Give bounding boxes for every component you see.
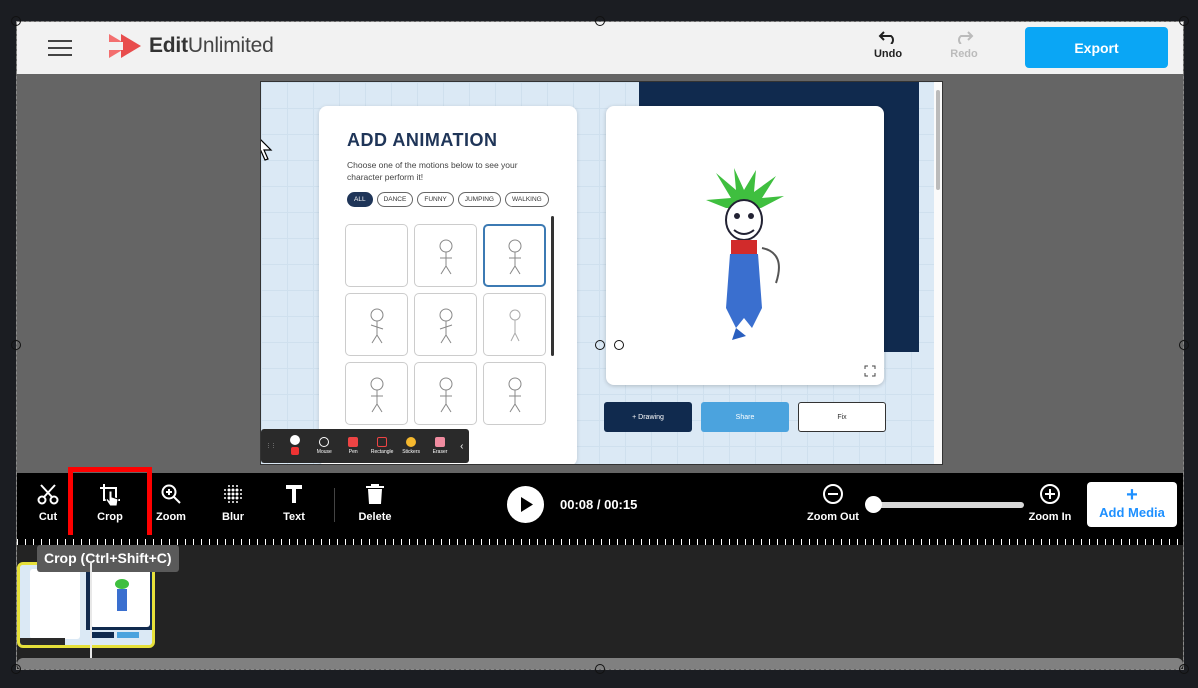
center-handle[interactable]: [595, 340, 605, 350]
share-button: Share: [701, 402, 789, 432]
play-icon: [521, 497, 533, 512]
rec-tool-rectangle: Rectangle: [368, 437, 397, 455]
scissors-icon: [37, 484, 59, 505]
text-label: Text: [283, 511, 305, 523]
character-card: [606, 106, 884, 385]
resize-handle[interactable]: [11, 664, 21, 674]
motion-thumb: [345, 362, 408, 425]
motion-thumbnails: [345, 224, 546, 425]
text-icon: [286, 485, 302, 503]
chip-walking: WALKING: [504, 192, 549, 207]
motion-thumb-selected: [483, 224, 546, 287]
zoom-in-button[interactable]: Zoom In: [1026, 483, 1074, 523]
zoom-in-label: Zoom In: [1028, 511, 1072, 523]
crop-tooltip: Crop (Ctrl+Shift+C): [37, 545, 179, 572]
zoom-icon: [161, 484, 181, 504]
anim-title: ADD ANIMATION: [347, 130, 498, 150]
clip-thumbnail: [20, 565, 152, 645]
app-logo: EditUnlimited: [109, 31, 274, 61]
anim-desc: Choose one of the motions below to see y…: [347, 160, 518, 182]
fix-button: Fix: [798, 402, 886, 432]
plus-icon: +: [1126, 484, 1138, 506]
undo-label: Undo: [873, 48, 903, 60]
rec-pause-stop: [281, 435, 310, 457]
redo-icon: [958, 31, 974, 44]
add-media-button[interactable]: + Add Media: [1087, 482, 1177, 527]
recording-toolbar: ⋮⋮ Mouse Pen Rectangle Stickers Eraser ‹: [261, 429, 469, 463]
preview-scrollbar: [934, 82, 942, 464]
motion-thumb: [414, 362, 477, 425]
timeline-clip[interactable]: [17, 562, 155, 648]
zoom-slider-knob[interactable]: [865, 496, 882, 513]
rec-tool-mouse: Mouse: [310, 437, 339, 455]
chip-jumping: JUMPING: [457, 192, 501, 207]
cut-tool[interactable]: Cut: [23, 483, 73, 523]
trash-icon: [366, 484, 384, 504]
zoom-out-label: Zoom Out: [807, 511, 859, 523]
timeline[interactable]: Crop (Ctrl+Shift+C): [17, 545, 1183, 669]
toolbar-separator: [334, 488, 335, 522]
chip-all: ALL: [347, 192, 373, 207]
export-button[interactable]: Export: [1025, 27, 1168, 68]
motion-thumb: [345, 224, 408, 287]
add-animation-card: ADD ANIMATION Choose one of the motions …: [319, 106, 577, 464]
play-button[interactable]: [507, 486, 544, 523]
blur-label: Blur: [222, 511, 244, 523]
rec-tool-pen: Pen: [339, 437, 368, 455]
blur-icon: [224, 485, 242, 503]
edit-toolbar: Cut Crop Zoom Blur Text Delete 00:08 / 0…: [17, 467, 1183, 540]
timeline-ruler[interactable]: [17, 535, 1183, 545]
resize-handle[interactable]: [595, 16, 605, 26]
delete-label: Delete: [358, 511, 392, 523]
motion-thumb: [345, 293, 408, 356]
thumb-list-scrollbar: [551, 216, 554, 356]
rec-collapse-icon: ‹: [460, 440, 464, 452]
resize-handle[interactable]: [595, 664, 605, 674]
zoom-out-button[interactable]: Zoom Out: [807, 483, 859, 523]
resize-handle[interactable]: [1179, 340, 1189, 350]
motion-thumb: [483, 293, 546, 356]
playback-time: 00:08 / 00:15: [560, 497, 638, 512]
minus-circle-icon: [823, 484, 843, 504]
video-preview[interactable]: ADD ANIMATION Choose one of the motions …: [260, 81, 943, 465]
resize-handle[interactable]: [1179, 664, 1189, 674]
add-media-label: Add Media: [1099, 505, 1165, 520]
top-bar: EditUnlimited Undo Redo Export: [17, 22, 1183, 74]
redo-label: Redo: [950, 48, 978, 60]
resize-handle[interactable]: [11, 16, 21, 26]
delete-tool[interactable]: Delete: [350, 483, 400, 523]
blur-tool[interactable]: Blur: [208, 483, 258, 523]
chip-funny: FUNNY: [417, 192, 454, 207]
zoom-label: Zoom: [156, 511, 186, 523]
undo-icon: [878, 31, 894, 44]
hand-cursor-icon: [105, 490, 119, 507]
menu-icon[interactable]: [48, 40, 72, 58]
motion-thumb: [414, 224, 477, 287]
brand-prefix: Edit: [149, 34, 188, 57]
redo-button[interactable]: Redo: [939, 30, 989, 60]
character-drawing: [706, 168, 784, 340]
timeline-zoom-slider[interactable]: [865, 496, 1024, 513]
playhead[interactable]: [90, 562, 92, 666]
motion-thumb: [414, 293, 477, 356]
rotate-handle[interactable]: [614, 340, 624, 350]
rec-tool-stickers: Stickers: [397, 437, 426, 455]
resize-handle[interactable]: [11, 340, 21, 350]
undo-button[interactable]: Undo: [863, 30, 913, 60]
zoom-tool[interactable]: Zoom: [146, 483, 196, 523]
plus-circle-icon: [1040, 484, 1060, 504]
expand-icon: [864, 365, 876, 377]
drag-handle-icon: ⋮⋮: [265, 443, 276, 449]
text-tool[interactable]: Text: [269, 483, 319, 523]
brand-suffix: Unlimited: [187, 34, 274, 57]
mouse-cursor-icon: [261, 139, 273, 161]
motion-thumb: [483, 362, 546, 425]
chip-dance: DANCE: [376, 192, 414, 207]
motion-chips: ALL DANCE FUNNY JUMPING WALKING: [347, 192, 549, 207]
drawing-button: + Drawing: [604, 402, 692, 432]
logo-icon: [109, 34, 141, 58]
resize-handle[interactable]: [1179, 16, 1189, 26]
cut-label: Cut: [38, 511, 58, 523]
rec-tool-eraser: Eraser: [426, 437, 455, 455]
